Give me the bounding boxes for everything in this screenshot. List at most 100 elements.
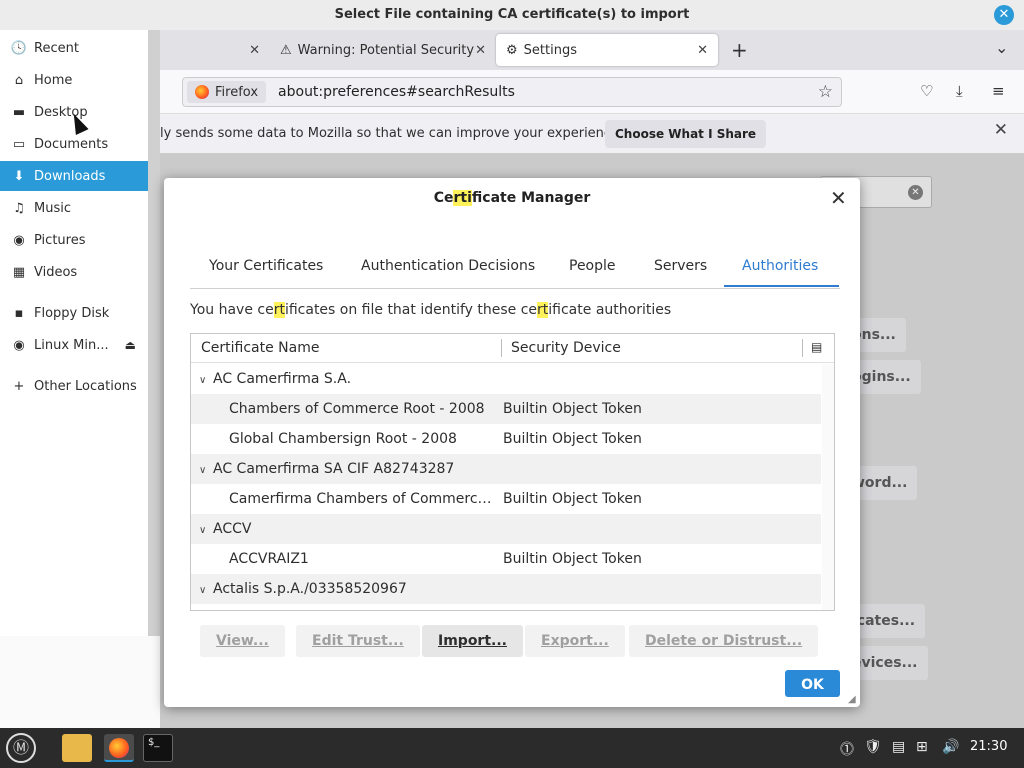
url-text[interactable]: about:preferences#searchResults <box>278 84 515 100</box>
tab-servers[interactable]: Servers <box>636 247 725 287</box>
clear-icon[interactable]: ✕ <box>908 185 923 200</box>
sidebar-item-label: Music <box>34 200 71 216</box>
shield-icon[interactable]: 🛡 <box>864 739 882 755</box>
camera-icon: ◉ <box>13 232 25 248</box>
certificate-tree[interactable]: Certificate Name Security Device ▤ ∨ AC C… <box>190 333 835 611</box>
table-row[interactable]: Chambers of Commerce Root - 2008 Builtin … <box>191 394 821 424</box>
eject-icon[interactable]: ⏏ <box>125 338 136 352</box>
menu-icon[interactable]: ≡ <box>992 82 1005 100</box>
resize-grip-icon[interactable]: ◢ <box>848 694 856 705</box>
twisty-icon[interactable]: ∨ <box>199 516 213 546</box>
sidebar-item-label: Recent <box>34 40 79 56</box>
close-icon[interactable]: ✕ <box>475 43 486 58</box>
table-row[interactable]: ∨ AC Camerfirma S.A. <box>191 364 821 394</box>
volume-icon[interactable]: 🔊 <box>942 739 959 755</box>
column-separator[interactable] <box>501 339 502 357</box>
twisty-icon[interactable]: ∨ <box>199 576 213 606</box>
clipboard-icon[interactable]: ▤ <box>892 739 905 755</box>
certificate-tabs: Your Certificates Authentication Decisio… <box>190 247 840 289</box>
delete-or-distrust-button[interactable]: Delete or Distrust... <box>629 625 819 657</box>
updates-icon[interactable]: ⓵ <box>840 739 854 759</box>
sidebar-item-linux-mint[interactable]: ◉ Linux Min... ⏏ <box>0 330 148 360</box>
tab-label: Settings <box>523 42 577 58</box>
identity-box[interactable]: Firefox <box>187 81 267 103</box>
table-row[interactable]: ACCVRAIZ1 Builtin Object Token <box>191 544 821 574</box>
twisty-icon[interactable]: ∨ <box>199 366 213 396</box>
firefox-logo-icon <box>195 85 209 99</box>
table-row[interactable]: ∨ Actalis S.p.A./03358520967 <box>191 574 821 604</box>
cert-name: ACCVRAIZ1 <box>229 551 309 567</box>
network-icon[interactable]: ⊞ <box>916 739 928 755</box>
download-icon: ⬇ <box>13 168 25 184</box>
view-button[interactable]: View... <box>200 625 285 657</box>
export-button[interactable]: Export... <box>525 625 625 657</box>
ok-button[interactable]: OK <box>785 670 840 697</box>
close-icon[interactable]: ✕ <box>830 186 847 210</box>
table-row[interactable]: ∨ ACCV <box>191 514 821 544</box>
search-highlight: rt <box>273 302 285 318</box>
firefox-taskbar-icon[interactable] <box>104 734 134 762</box>
tab-unnamed[interactable]: ✕ <box>160 34 270 66</box>
table-row[interactable]: ∨ AC Camerfirma SA CIF A82743287 <box>191 454 821 484</box>
sidebar-item-label: Documents <box>34 136 109 152</box>
bookmark-star-icon[interactable]: ☆ <box>818 82 833 102</box>
tab-security-warning[interactable]: ⚠ Warning: Potential Security ✕ <box>270 34 496 66</box>
column-separator[interactable] <box>802 339 803 357</box>
mint-menu-icon[interactable]: Ⓜ <box>6 733 36 763</box>
clock[interactable]: 21:30 <box>970 739 1007 754</box>
table-row[interactable]: Camerfirma Chambers of Commerce Root Buil… <box>191 484 821 514</box>
intro-part: You have ce <box>190 302 274 318</box>
tree-scrollbar[interactable] <box>822 364 834 610</box>
intro-text: You have certificates on file that ident… <box>190 302 671 318</box>
edit-trust-button[interactable]: Edit Trust... <box>296 625 420 657</box>
cert-group-name: AC Camerfirma S.A. <box>213 371 352 387</box>
sidebar-item-label: Videos <box>34 264 78 280</box>
sidebar-item-recent[interactable]: 🕓 Recent <box>0 33 148 63</box>
choose-what-i-share-button[interactable]: Choose What I Share <box>605 120 767 148</box>
close-icon[interactable]: ✕ <box>994 120 1008 140</box>
url-bar[interactable]: Firefox about:preferences#searchResults … <box>182 77 842 107</box>
notification-text: ly sends some data to Mozilla so that we… <box>160 126 624 141</box>
close-icon[interactable]: ✕ <box>994 5 1014 25</box>
tab-authentication-decisions[interactable]: Authentication Decisions <box>343 247 553 287</box>
column-header-certificate-name[interactable]: Certificate Name <box>201 340 319 356</box>
twisty-icon[interactable]: ∨ <box>199 456 213 486</box>
table-row[interactable]: Global Chambersign Root - 2008 Builtin Ob… <box>191 424 821 454</box>
sidebar-item-label: Pictures <box>34 232 86 248</box>
close-icon[interactable]: ✕ <box>697 43 708 58</box>
sidebar-footer <box>0 636 160 728</box>
plus-icon: + <box>13 378 25 394</box>
sidebar-item-floppy[interactable]: ▪ Floppy Disk <box>0 298 148 328</box>
sidebar-item-documents[interactable]: ▭ Documents <box>0 129 148 159</box>
cert-group-name: AC Camerfirma SA CIF A82743287 <box>213 461 455 477</box>
pocket-icon[interactable]: ♡ <box>920 82 933 100</box>
cert-device: Builtin Object Token <box>503 551 642 567</box>
tab-your-certificates[interactable]: Your Certificates <box>191 247 341 287</box>
tab-authorities[interactable]: Authorities <box>724 247 839 287</box>
sidebar-item-pictures[interactable]: ◉ Pictures <box>0 225 148 255</box>
files-icon[interactable] <box>62 734 92 762</box>
document-icon: ▭ <box>12 136 26 152</box>
tab-label: Warning: Potential Security <box>297 42 475 58</box>
title-text: Ce <box>433 190 454 206</box>
terminal-icon[interactable]: $_ <box>143 734 173 762</box>
firefox-logo-icon <box>109 738 129 758</box>
tab-settings[interactable]: ⚙ Settings ✕ <box>496 34 718 66</box>
tab-people[interactable]: People <box>551 247 634 287</box>
sidebar-item-downloads[interactable]: ⬇ Downloads <box>0 161 148 191</box>
downloads-icon[interactable]: ⤓ <box>956 82 963 100</box>
sidebar-item-other-locations[interactable]: + Other Locations <box>0 371 148 401</box>
list-all-tabs-icon[interactable]: ⌄ <box>995 38 1008 57</box>
sidebar-item-music[interactable]: ♫ Music <box>0 193 148 223</box>
import-button[interactable]: Import... <box>422 625 523 657</box>
gear-icon: ⚙ <box>506 42 518 58</box>
sidebar-item-home[interactable]: ⌂ Home <box>0 65 148 95</box>
cert-device: Builtin Object Token <box>503 431 642 447</box>
close-icon[interactable]: ✕ <box>249 43 260 58</box>
warning-icon: ⚠ <box>280 42 292 58</box>
cert-group-name: ACCV <box>213 521 252 537</box>
sidebar-item-videos[interactable]: ▦ Videos <box>0 257 148 287</box>
column-picker-icon[interactable]: ▤ <box>811 340 822 354</box>
new-tab-icon[interactable]: + <box>731 38 748 62</box>
column-header-security-device[interactable]: Security Device <box>511 340 621 356</box>
